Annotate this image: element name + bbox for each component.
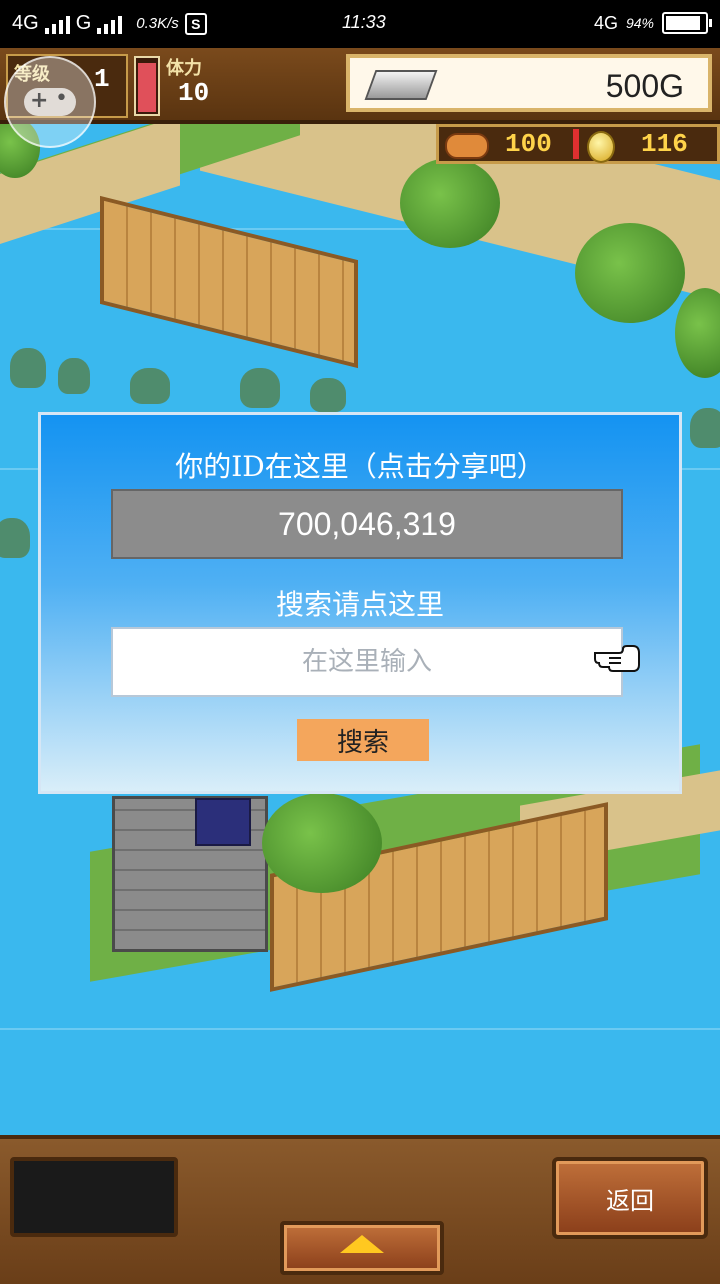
network-speed: 0.3K/s — [136, 15, 179, 32]
network-label-g: G — [75, 12, 92, 34]
rock-1 — [10, 348, 46, 388]
network-label-right: 4G — [593, 12, 618, 33]
palm-bush-2 — [575, 223, 685, 323]
battery-icon — [662, 12, 712, 34]
user-id-display[interactable]: 700,046,319 — [111, 489, 623, 559]
rock-5 — [310, 378, 346, 412]
search-label: 搜索请点这里 — [275, 588, 444, 621]
signal-icon — [44, 14, 70, 34]
silver-bar-icon — [364, 70, 438, 100]
status-bar: 4G G 0.3K/s S 11:33 4G 94% — [0, 0, 720, 48]
expand-up-button[interactable] — [280, 1221, 444, 1275]
resource-separator — [573, 129, 579, 159]
rock-2 — [58, 358, 90, 394]
rock-6 — [0, 518, 30, 558]
orange-tree — [262, 793, 382, 893]
battery-percent: 94% — [625, 15, 654, 31]
stamina-bar — [134, 56, 160, 116]
level-value: 1 — [94, 64, 110, 94]
stamina-label: 体力 — [166, 58, 202, 79]
food-value: 100 — [505, 129, 552, 159]
back-button[interactable]: 返回 — [552, 1157, 708, 1239]
status-right: 4G 94% — [593, 12, 712, 34]
stamina-fill — [138, 62, 156, 112]
empty-slot[interactable] — [10, 1157, 178, 1237]
controller-icon[interactable] — [4, 56, 96, 148]
app-badge-icon: S — [184, 12, 207, 35]
stamina-panel: 体力 10 — [134, 54, 264, 116]
gold-value: 500G — [605, 68, 684, 104]
coin-icon — [587, 131, 615, 163]
rock-3 — [130, 368, 170, 404]
clock: 11:33 — [342, 12, 386, 32]
arrow-up-icon — [340, 1235, 384, 1253]
dialog-title[interactable]: 你的ID在这里（点击分享吧） — [41, 445, 679, 485]
rock-7 — [690, 408, 720, 448]
wooden-pier-top — [100, 195, 358, 369]
id-share-dialog: 你的ID在这里（点击分享吧） 700,046,319 搜索请点这里 搜索 — [38, 412, 682, 794]
pirate-flag-icon — [195, 798, 251, 846]
pointing-hand-icon — [594, 645, 640, 672]
signal-icon-2 — [97, 14, 123, 34]
search-button[interactable]: 搜索 — [297, 719, 429, 761]
status-left: 4G G 0.3K/s S — [12, 12, 207, 35]
palm-bush-1 — [400, 158, 500, 248]
palm-bush-3 — [675, 288, 720, 378]
food-icon — [445, 133, 489, 159]
search-input[interactable] — [111, 627, 623, 697]
coin-value: 116 — [641, 129, 688, 159]
network-label-4g: 4G — [12, 12, 39, 34]
gold-panel[interactable]: 500G — [346, 54, 712, 112]
resource-bar: 100 116 — [436, 124, 720, 164]
bottom-bar: 返回 — [0, 1135, 720, 1284]
rock-4 — [240, 368, 280, 408]
stamina-value: 10 — [178, 78, 210, 108]
